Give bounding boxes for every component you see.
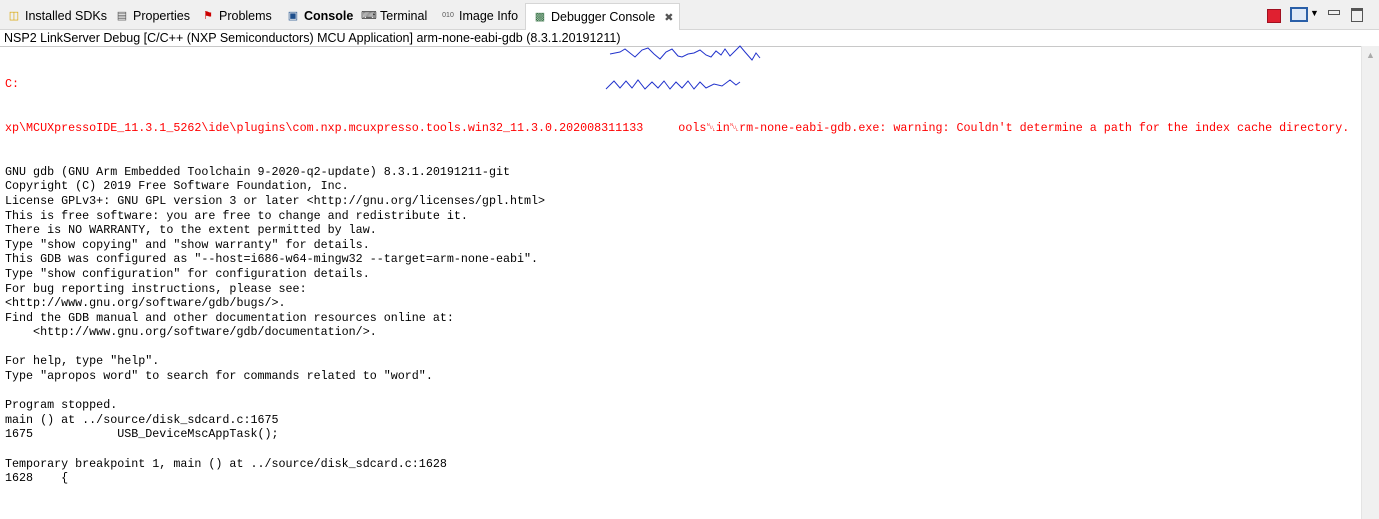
debugger-console-icon: ▩ bbox=[534, 11, 546, 23]
tab-properties[interactable]: ▤ Properties bbox=[114, 5, 190, 27]
problems-icon: ⚑ bbox=[203, 10, 213, 22]
properties-icon: ▤ bbox=[116, 10, 128, 22]
terminal-icon: ⌨ bbox=[361, 10, 377, 22]
sdk-icon: ◫ bbox=[8, 10, 20, 22]
display-console-icon[interactable] bbox=[1290, 7, 1308, 22]
close-icon[interactable]: ✖ bbox=[664, 11, 673, 24]
console-title: NSP2 LinkServer Debug [C/C++ (NXP Semico… bbox=[4, 31, 621, 45]
view-tab-bar: ◫ Installed SDKs ▤ Properties ⚑ Problems ▣ C… bbox=[0, 0, 1379, 30]
tab-problems[interactable]: ⚑ Problems bbox=[200, 5, 272, 27]
maximize-icon[interactable] bbox=[1351, 8, 1363, 22]
tab-image-info[interactable]: 010 Image Info bbox=[440, 5, 518, 27]
image-info-icon: 010 bbox=[442, 12, 454, 19]
scroll-up-icon[interactable]: ▲ bbox=[1366, 50, 1375, 60]
terminate-icon[interactable] bbox=[1267, 9, 1281, 23]
console-icon: ▣ bbox=[287, 10, 299, 22]
error-line: C: bbox=[5, 77, 20, 92]
dropdown-arrow-icon[interactable]: ▼ bbox=[1310, 8, 1319, 24]
minimize-icon[interactable] bbox=[1328, 10, 1340, 15]
vertical-scrollbar[interactable]: ▲ bbox=[1361, 46, 1379, 519]
error-line: xp\MCUXpressoIDE_11.3.1_5262\ide\plugins… bbox=[5, 120, 1350, 135]
tab-debugger-console[interactable]: ▩ Debugger Console ✖ bbox=[525, 3, 681, 30]
tab-terminal[interactable]: ⌨ Terminal bbox=[361, 5, 427, 27]
tab-installed-sdks[interactable]: ◫ Installed SDKs bbox=[6, 5, 107, 27]
tab-console[interactable]: ▣ Console bbox=[285, 5, 354, 27]
debugger-console-output[interactable]: C: xp\MCUXpressoIDE_11.3.1_5262\ide\plug… bbox=[0, 46, 1362, 519]
gdb-output: GNU gdb (GNU Arm Embedded Toolchain 9-20… bbox=[5, 164, 546, 486]
